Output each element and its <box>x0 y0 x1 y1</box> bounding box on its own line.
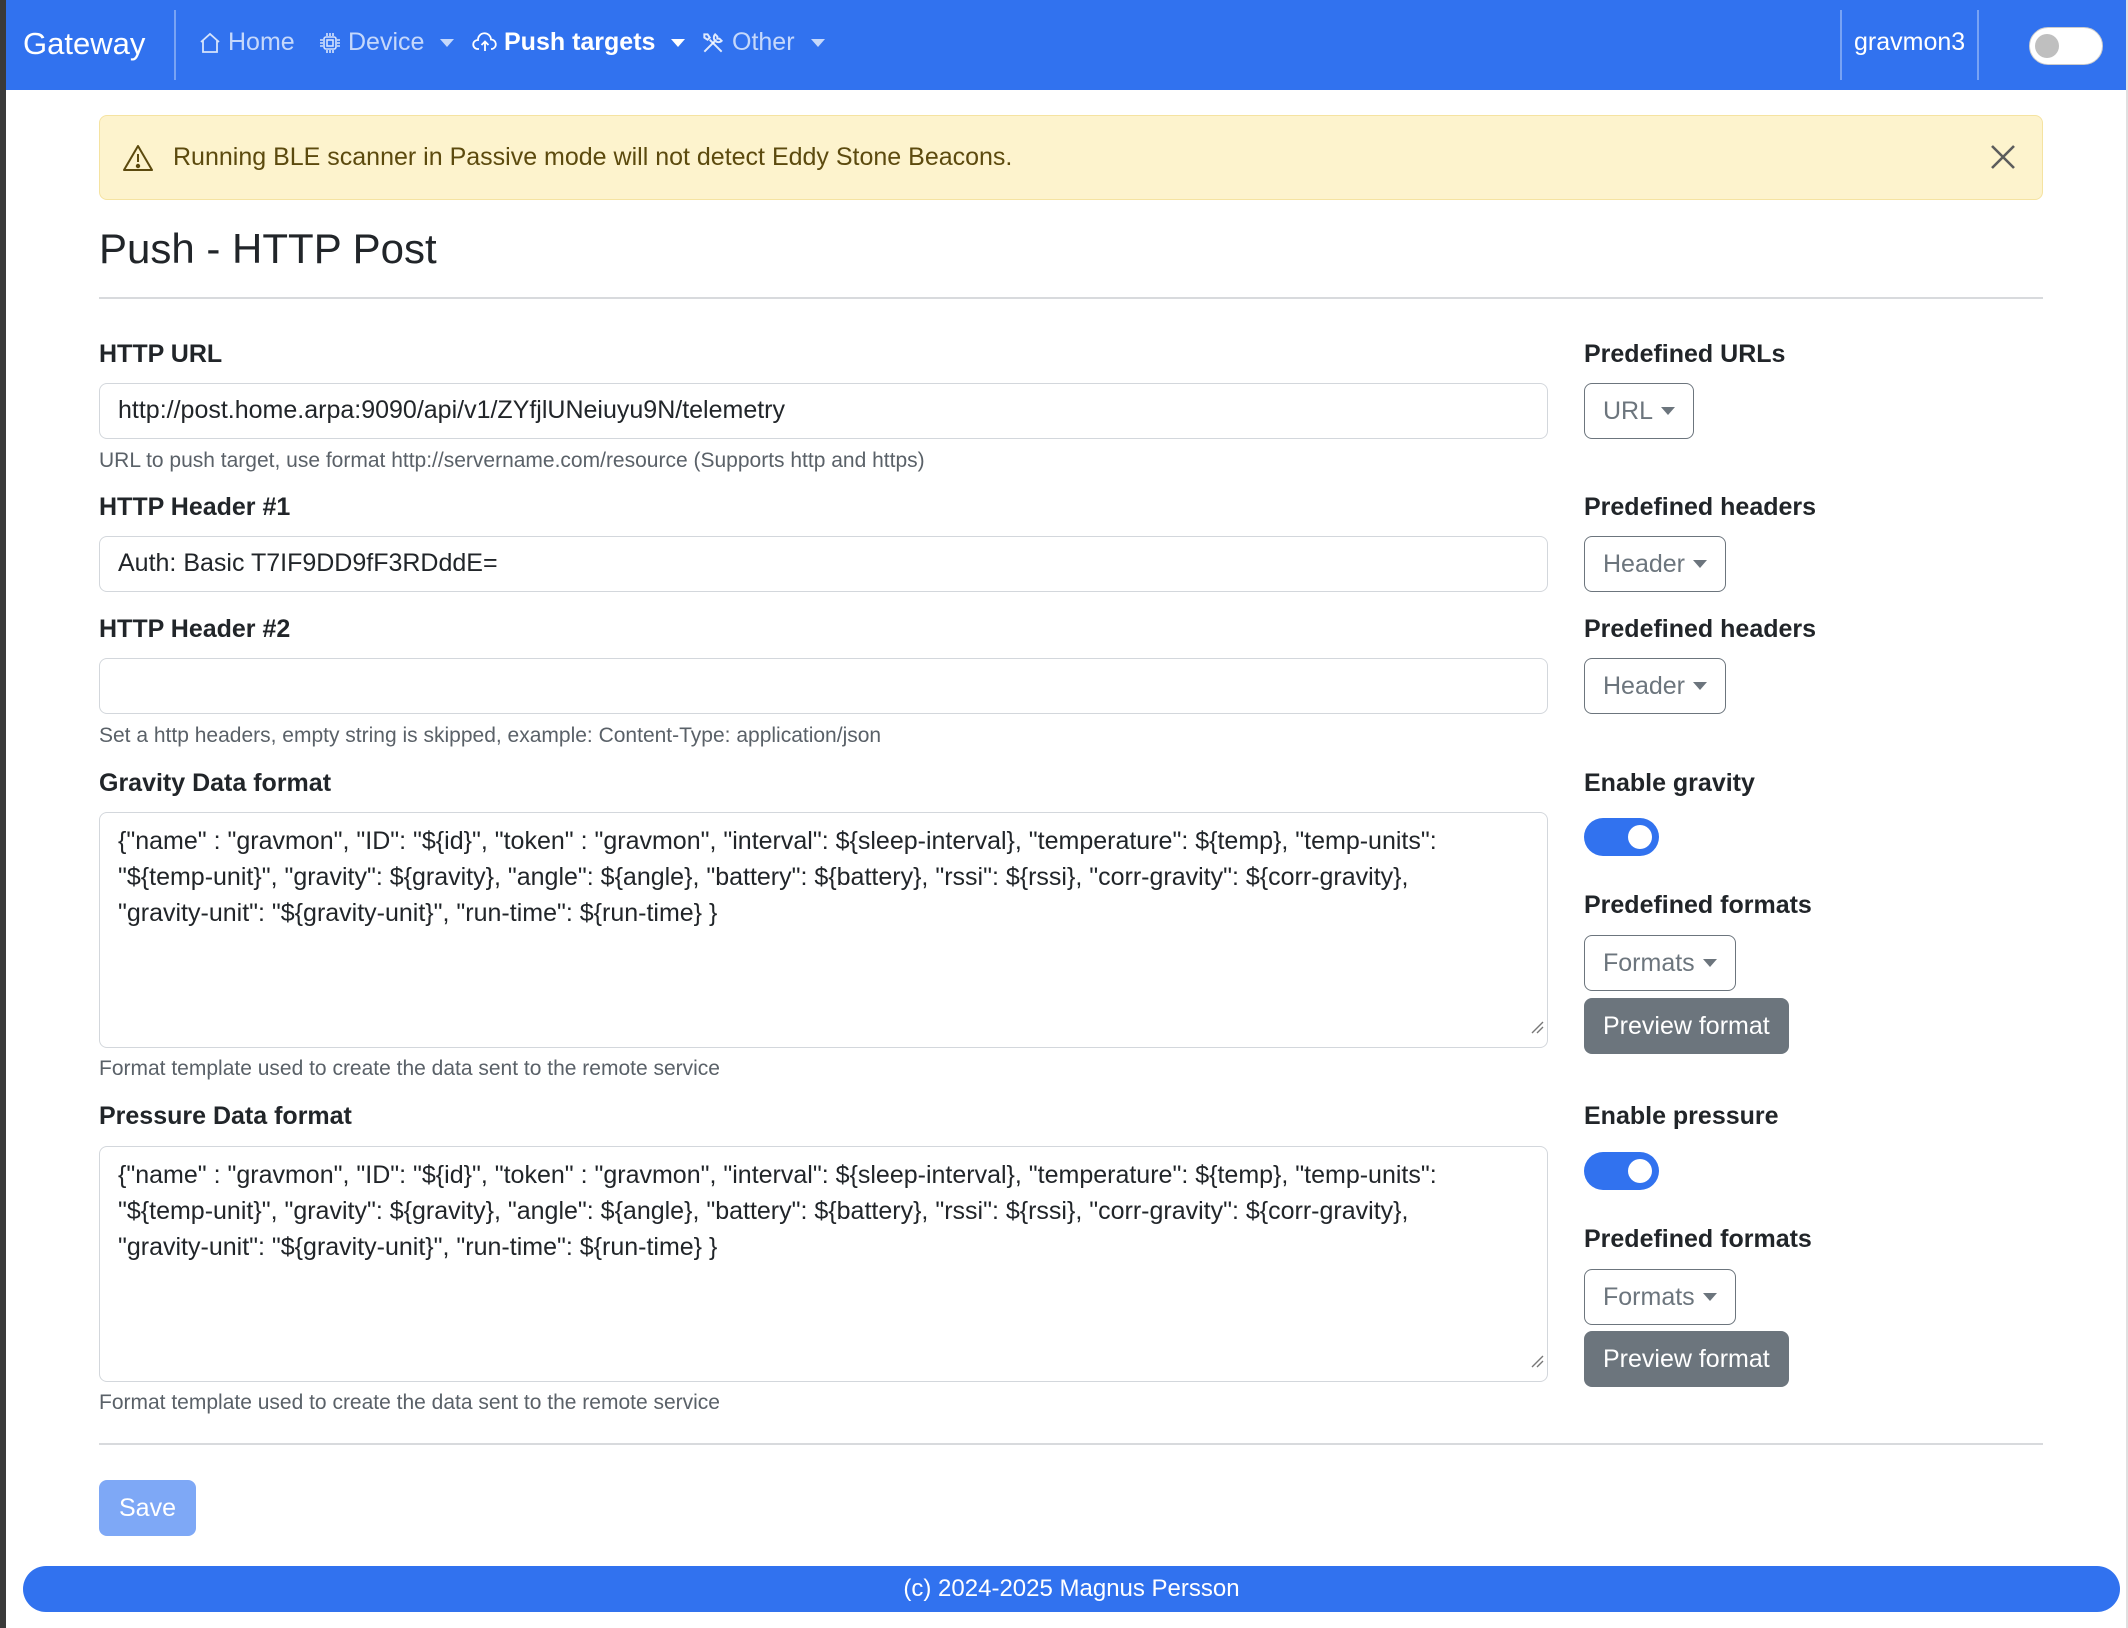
formats-dropdown-label: Formats <box>1603 948 1695 977</box>
dark-mode-toggle[interactable] <box>2029 27 2103 65</box>
house-icon <box>198 31 222 55</box>
pressure-format-line: "gravity-unit": "${gravity-unit}", "run-… <box>118 1233 718 1261</box>
predefined-header2-dropdown-label: Header <box>1603 671 1685 700</box>
http-url-help: URL to push target, use format http://se… <box>99 449 925 472</box>
gravity-format-help: Format template used to create the data … <box>99 1057 720 1080</box>
chevron-down-icon <box>440 38 455 47</box>
http-header-help: Set a http headers, empty string is skip… <box>99 724 882 747</box>
enable-gravity-switch[interactable] <box>1584 818 1659 856</box>
alert-message: Running BLE scanner in Passive mode will… <box>173 143 1013 171</box>
enable-gravity-label: Enable gravity <box>1584 769 1755 797</box>
gravity-format-line: "${temp-unit}", "gravity": ${gravity}, "… <box>118 863 1409 891</box>
navbar: Gateway Home Device Push targets Other g… <box>6 0 2126 90</box>
nav-push-targets-label: Push targets <box>504 28 656 56</box>
nav-device-label: Device <box>348 28 425 56</box>
device-name: gravmon3 <box>1854 28 1966 56</box>
warning-alert: Running BLE scanner in Passive mode will… <box>99 115 2043 200</box>
nav-device[interactable]: Device <box>318 28 455 57</box>
predefined-header1-dropdown-label: Header <box>1603 549 1685 578</box>
close-icon[interactable] <box>1988 142 2018 177</box>
http-header1-label: HTTP Header #1 <box>99 493 291 521</box>
footer: (c) 2024-2025 Magnus Persson <box>23 1566 2120 1612</box>
gravity-format-line: "gravity-unit": "${gravity-unit}", "run-… <box>118 899 718 927</box>
cloud-upload-icon <box>472 31 498 55</box>
pressure-format-help: Format template used to create the data … <box>99 1391 720 1414</box>
nav-home-label: Home <box>228 28 295 56</box>
predefined-header1-dropdown[interactable]: Header <box>1584 536 1726 592</box>
predefined-url-dropdown-label: URL <box>1603 396 1654 425</box>
warning-triangle-icon <box>122 143 154 178</box>
chevron-down-icon <box>810 38 825 47</box>
chevron-down-icon <box>1693 682 1707 690</box>
chevron-down-icon <box>1702 959 1717 967</box>
enable-pressure-label: Enable pressure <box>1584 1102 1779 1130</box>
nav-other[interactable]: Other <box>700 28 825 57</box>
http-header1-input[interactable]: Auth: Basic T7IF9DD9fF3RDddE= <box>99 536 1548 592</box>
preview-gravity-format-button[interactable]: Preview format <box>1584 998 1789 1054</box>
nav-separator <box>174 10 176 80</box>
gravity-format-line: {"name" : "gravmon", "ID": "${id}", "tok… <box>118 827 1437 855</box>
toggle-knob <box>2035 34 2059 58</box>
enable-pressure-switch[interactable] <box>1584 1152 1659 1190</box>
http-url-input[interactable]: http://post.home.arpa:9090/api/v1/ZYfjlU… <box>99 383 1548 439</box>
nav-other-label: Other <box>732 28 795 56</box>
formats-dropdown-label: Formats <box>1603 1282 1695 1311</box>
predefined-headers1-label: Predefined headers <box>1584 493 1817 521</box>
divider <box>99 1443 2043 1445</box>
window-edge <box>0 0 6 1628</box>
pressure-format-line: "${temp-unit}", "gravity": ${gravity}, "… <box>118 1197 1409 1225</box>
brand[interactable]: Gateway <box>23 26 145 62</box>
save-button[interactable]: Save <box>99 1480 196 1536</box>
http-header2-input[interactable] <box>99 658 1548 714</box>
predefined-formats-gravity-dropdown[interactable]: Formats <box>1584 935 1736 991</box>
predefined-urls-label: Predefined URLs <box>1584 340 1786 368</box>
page-title: Push - HTTP Post <box>99 225 437 272</box>
predefined-header2-dropdown[interactable]: Header <box>1584 658 1726 714</box>
nav-home[interactable]: Home <box>198 28 295 57</box>
predefined-url-dropdown[interactable]: URL <box>1584 383 1695 439</box>
predefined-headers2-label: Predefined headers <box>1584 615 1817 643</box>
predefined-formats-pressure-label: Predefined formats <box>1584 1225 1812 1253</box>
nav-separator <box>1977 10 1979 80</box>
switch-knob <box>1628 1159 1652 1183</box>
preview-pressure-format-button[interactable]: Preview format <box>1584 1331 1789 1387</box>
divider <box>99 297 2043 299</box>
predefined-formats-pressure-dropdown[interactable]: Formats <box>1584 1269 1736 1325</box>
tools-icon <box>700 30 726 56</box>
http-header2-label: HTTP Header #2 <box>99 615 291 643</box>
gravity-format-label: Gravity Data format <box>99 769 332 797</box>
pressure-format-label: Pressure Data format <box>99 1102 352 1130</box>
resize-handle-icon[interactable] <box>1530 1342 1544 1378</box>
pressure-format-line: {"name" : "gravmon", "ID": "${id}", "tok… <box>118 1161 1437 1189</box>
pressure-format-textarea[interactable]: {"name" : "gravmon", "ID": "${id}", "tok… <box>99 1146 1548 1382</box>
gravity-format-textarea[interactable]: {"name" : "gravmon", "ID": "${id}", "tok… <box>99 812 1548 1048</box>
resize-handle-icon[interactable] <box>1530 1008 1544 1044</box>
http-url-label: HTTP URL <box>99 340 223 368</box>
predefined-formats-gravity-label: Predefined formats <box>1584 891 1812 919</box>
nav-separator <box>1840 10 1842 80</box>
chevron-down-icon <box>1661 407 1676 415</box>
chevron-down-icon <box>1702 1293 1717 1301</box>
switch-knob <box>1628 825 1652 849</box>
cpu-icon <box>318 31 342 55</box>
chevron-down-icon <box>671 38 686 47</box>
nav-push-targets[interactable]: Push targets <box>472 28 686 57</box>
chevron-down-icon <box>1693 560 1707 568</box>
